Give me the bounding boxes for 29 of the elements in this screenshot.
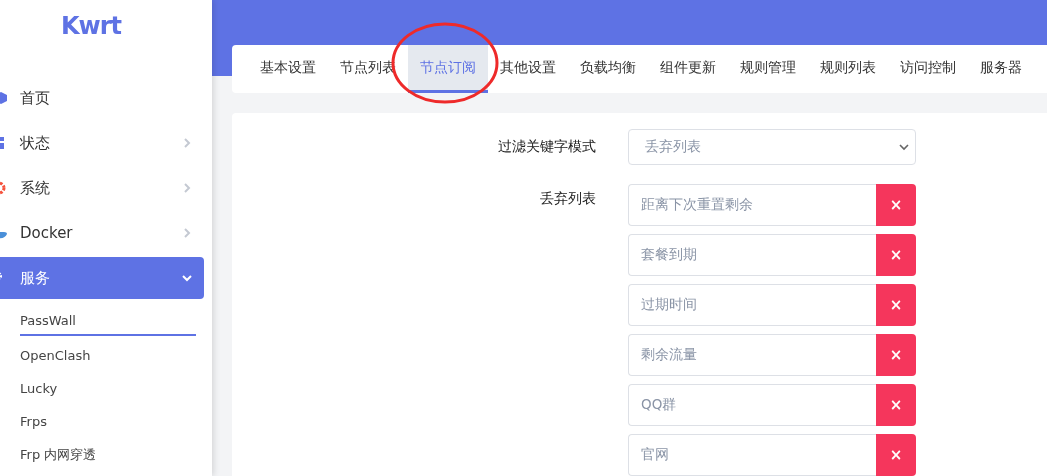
remove-button[interactable]: ×: [876, 384, 916, 426]
tab[interactable]: 服务器: [968, 45, 1034, 93]
tab[interactable]: 基本设置: [248, 45, 328, 93]
logo: Kwrt: [60, 12, 122, 42]
submenu-item[interactable]: Frp 内网穿透: [20, 438, 196, 471]
remove-button[interactable]: ×: [876, 284, 916, 326]
tab[interactable]: 节点订阅: [408, 45, 488, 93]
submenu-item[interactable]: Frps: [20, 405, 196, 438]
tab[interactable]: 规则管理: [728, 45, 808, 93]
remove-button[interactable]: ×: [876, 334, 916, 376]
submenu-item[interactable]: OpenClash: [20, 339, 196, 372]
submenu-item[interactable]: PassWall: [20, 306, 196, 336]
menu-item[interactable]: 服务: [0, 257, 204, 299]
submenu-item[interactable]: Lucky: [20, 372, 196, 405]
menu-item[interactable]: Docker: [0, 212, 204, 254]
remove-button[interactable]: ×: [876, 434, 916, 476]
menu-item[interactable]: 系统: [0, 167, 204, 209]
menu-item[interactable]: 状态: [0, 122, 204, 164]
tab[interactable]: 组件更新: [648, 45, 728, 93]
remove-button[interactable]: ×: [876, 184, 916, 226]
menu-item[interactable]: 首页: [0, 77, 204, 119]
tab[interactable]: 其他设置: [488, 45, 568, 93]
tab[interactable]: 负载均衡: [568, 45, 648, 93]
remove-button[interactable]: ×: [876, 234, 916, 276]
tab[interactable]: 访问控制: [888, 45, 968, 93]
tab[interactable]: 规则列表: [808, 45, 888, 93]
field-label: 丢弃列表: [540, 189, 596, 208]
caret-icon: [899, 142, 909, 152]
field-label: 过滤关键字模式: [498, 138, 596, 156]
